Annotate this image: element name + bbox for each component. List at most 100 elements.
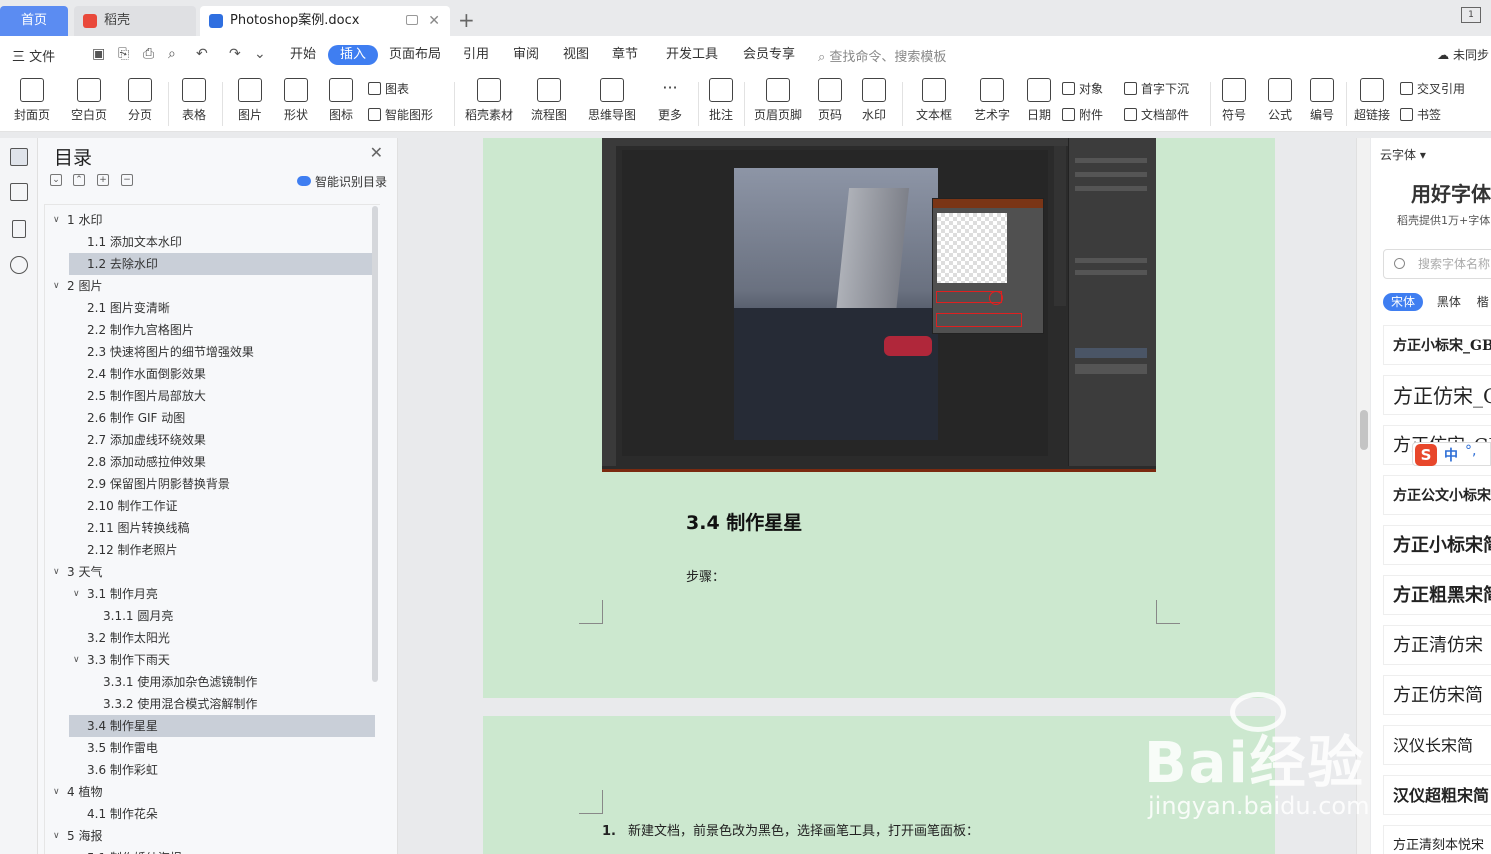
chevron-down-icon[interactable]: ∨ [73, 583, 80, 605]
font-item[interactable]: 方正仿宋_GBK [1383, 375, 1491, 415]
smartart-button[interactable]: 智能图形 [368, 106, 433, 123]
remove-heading-icon[interactable]: − [121, 174, 133, 186]
font-item[interactable]: 方正仿宋简 [1383, 675, 1491, 715]
toc-item[interactable]: 2.3 快速将图片的细节增强效果 [45, 341, 375, 363]
more-button[interactable]: ··· 更多 [652, 78, 688, 123]
font-item[interactable]: 方正粗黑宋简 [1383, 575, 1491, 615]
font-item[interactable]: 方正小标宋简 [1383, 525, 1491, 565]
menu-tab-chapter[interactable]: 章节 [612, 45, 638, 65]
wordart-button[interactable]: 艺术字 [968, 78, 1016, 123]
tab-document[interactable]: Photoshop案例.docx ✕ [200, 6, 450, 36]
menu-tab-developer[interactable]: 开发工具 [666, 45, 718, 65]
chevron-down-icon[interactable]: ∨ [53, 561, 60, 583]
cover-page-button[interactable]: 封面页 [8, 78, 56, 123]
menu-tab-start[interactable]: 开始 [290, 45, 316, 65]
toc-panel-icon[interactable] [10, 148, 28, 166]
toc-item[interactable]: 2.4 制作水面倒影效果 [45, 363, 375, 385]
blank-page-button[interactable]: 空白页 [64, 78, 114, 123]
add-heading-icon[interactable]: + [97, 174, 109, 186]
close-icon[interactable]: ✕ [370, 143, 383, 162]
flowchart-button[interactable]: 流程图 [526, 78, 572, 123]
toc-item[interactable]: ∨ 3.3 制作下雨天 [45, 649, 375, 671]
font-item[interactable]: 汉仪超粗宋简 [1383, 775, 1491, 815]
toc-item[interactable]: 2.7 添加虚线环绕效果 [45, 429, 375, 451]
menu-tab-view[interactable]: 视图 [563, 45, 589, 65]
toc-item[interactable]: ∨ 5 海报 [45, 825, 375, 847]
more-icon[interactable]: ⌄ [254, 46, 266, 62]
tab-daoke[interactable]: 稻壳 [74, 6, 196, 36]
object-button[interactable]: 对象 [1062, 80, 1103, 97]
toc-item[interactable]: 3.1.1 圆月亮 [45, 605, 375, 627]
redo-icon[interactable]: ↷ [229, 46, 241, 62]
toc-item[interactable]: 3.3.2 使用混合模式溶解制作 [45, 693, 375, 715]
menu-tab-layout[interactable]: 页面布局 [389, 45, 441, 65]
chevron-down-icon[interactable]: ∨ [53, 275, 60, 297]
toc-item[interactable]: 1.2 去除水印 [69, 253, 375, 275]
chart-button[interactable]: 图表 [368, 80, 409, 97]
menu-tab-review[interactable]: 审阅 [513, 45, 539, 65]
toc-item[interactable]: 2.2 制作九宫格图片 [45, 319, 375, 341]
menu-tab-reference[interactable]: 引用 [463, 45, 489, 65]
toc-item[interactable]: 5.1 制作婚纱海报 [45, 847, 375, 854]
comment-button[interactable]: 批注 [706, 78, 736, 123]
font-item[interactable]: 方正清刻本悦宋 [1383, 825, 1491, 854]
toc-item[interactable]: 2.6 制作 GIF 动图 [45, 407, 375, 429]
document-scrollbar[interactable] [1356, 138, 1370, 854]
header-footer-button[interactable]: 页眉页脚 [752, 78, 804, 123]
file-menu[interactable]: 三 文件 [12, 46, 55, 65]
font-item[interactable]: 方正公文小标宋 [1383, 475, 1491, 515]
tab-home[interactable]: 首页 [0, 6, 68, 36]
float-window-icon[interactable] [406, 15, 418, 25]
toc-item[interactable]: 3.6 制作彩虹 [45, 759, 375, 781]
font-item[interactable]: 方正小标宋_GBK [1383, 325, 1491, 365]
export-icon[interactable]: ⎘ [118, 46, 129, 62]
chevron-down-icon[interactable]: ∨ [53, 209, 60, 231]
mindmap-button[interactable]: 思维导图 [584, 78, 640, 123]
font-search-input[interactable]: 搜索字体名称 [1383, 249, 1491, 279]
menu-tab-insert[interactable]: 插入 [328, 45, 379, 65]
dropcap-button[interactable]: 首字下沉 [1124, 80, 1189, 97]
toc-item[interactable]: 3.5 制作雷电 [45, 737, 375, 759]
toc-item[interactable]: ∨ 4 植物 [45, 781, 375, 803]
toc-item[interactable]: 3.3.1 使用添加杂色滤镜制作 [45, 671, 375, 693]
menu-tab-member[interactable]: 会员专享 [743, 45, 795, 65]
collapse-all-icon[interactable]: ⌄ [50, 174, 62, 186]
category-kaiti[interactable]: 楷 [1477, 295, 1489, 309]
chevron-down-icon[interactable]: ∨ [73, 649, 80, 671]
ime-mode[interactable]: 中 [1444, 445, 1458, 465]
toc-item[interactable]: ∨ 3 天气 [45, 561, 375, 583]
numbering-button[interactable]: 编号 [1306, 78, 1338, 123]
sync-status[interactable]: ☁ 未同步 [1437, 46, 1489, 63]
bookmark-panel-icon[interactable] [12, 220, 26, 238]
search-icon[interactable] [10, 256, 28, 274]
toc-item[interactable]: ∨ 1 水印 [45, 209, 375, 231]
new-tab-button[interactable]: + [458, 8, 475, 32]
cross-ref-button[interactable]: 交叉引用 [1400, 80, 1465, 97]
attachment-button[interactable]: 附件 [1062, 106, 1103, 123]
toc-item[interactable]: 2.10 制作工作证 [45, 495, 375, 517]
toc-item[interactable]: 2.9 保留图片阴影替换背景 [45, 473, 375, 495]
bookmark-button[interactable]: 书签 [1400, 106, 1441, 123]
command-search[interactable]: ⌕ 查找命令、搜索模板 [818, 46, 946, 65]
window-count-button[interactable]: 1 [1461, 7, 1481, 23]
save-icon[interactable]: ▣ [92, 46, 105, 62]
toc-item[interactable]: ∨ 2 图片 [45, 275, 375, 297]
toc-item[interactable]: 2.5 制作图片局部放大 [45, 385, 375, 407]
toc-item[interactable]: 2.8 添加动感拉伸效果 [45, 451, 375, 473]
table-button[interactable]: 表格 [176, 78, 212, 123]
date-button[interactable]: 日期 [1024, 78, 1054, 123]
hyperlink-button[interactable]: 超链接 [1352, 78, 1392, 123]
cloud-font-tab[interactable]: 云字体 ▾ [1380, 146, 1426, 163]
page-number-button[interactable]: 页码 [812, 78, 848, 123]
font-item[interactable]: 汉仪长宋简 [1383, 725, 1491, 765]
print-icon[interactable]: ⎙ [143, 46, 154, 62]
font-item[interactable]: 方正清仿宋 [1383, 625, 1491, 665]
toc-item[interactable]: 3.2 制作太阳光 [45, 627, 375, 649]
chevron-down-icon[interactable]: ∨ [53, 781, 60, 803]
category-songti[interactable]: 宋体 [1383, 293, 1424, 311]
chevron-down-icon[interactable]: ∨ [53, 825, 60, 847]
toc-item[interactable]: 2.11 图片转换线稿 [45, 517, 375, 539]
toc-scrollbar[interactable] [372, 206, 378, 682]
watermark-button[interactable]: 水印 [855, 78, 893, 123]
toc-item[interactable]: 4.1 制作花朵 [45, 803, 375, 825]
